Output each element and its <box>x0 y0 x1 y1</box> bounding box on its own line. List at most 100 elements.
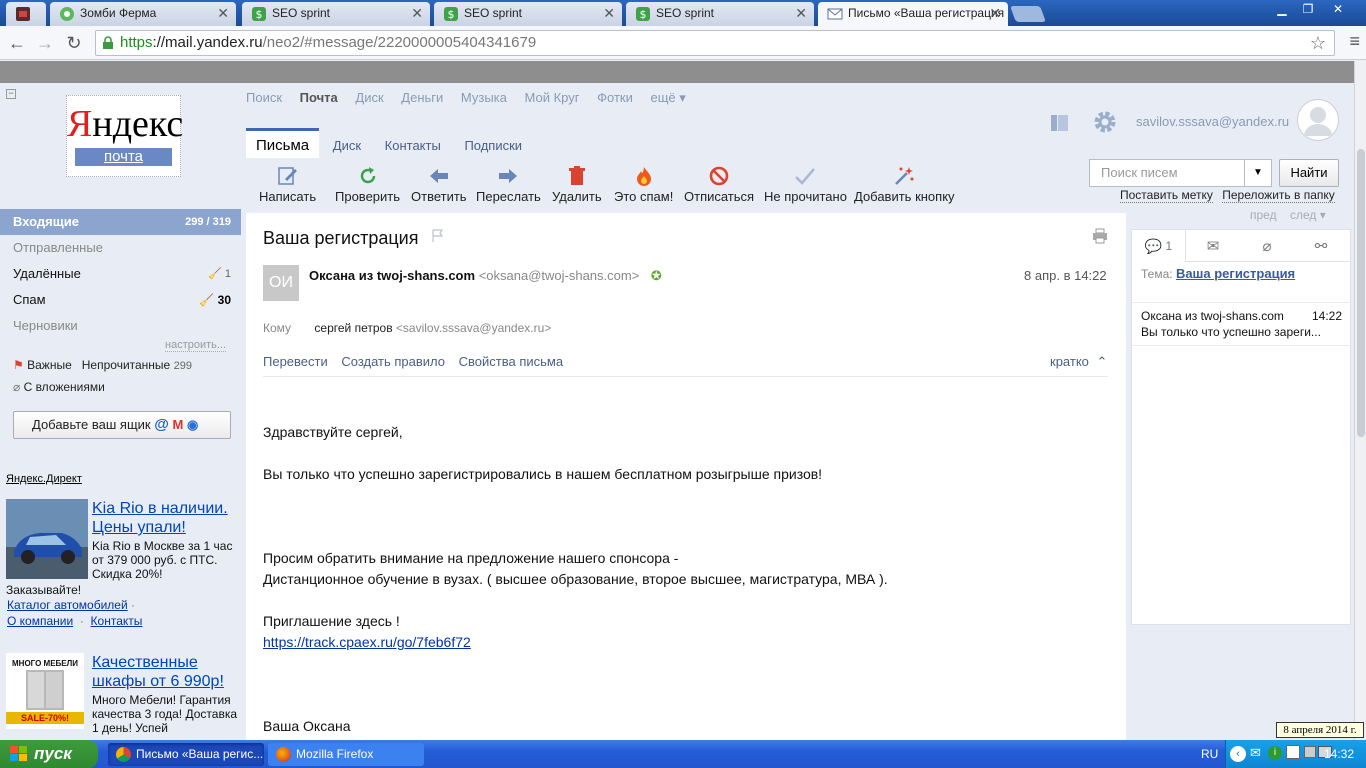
important-label[interactable]: Важные <box>27 358 72 372</box>
service-disk[interactable]: Диск <box>355 90 383 105</box>
next-link[interactable]: след <box>1290 208 1316 222</box>
flag-outline-icon[interactable] <box>432 229 444 243</box>
service-more[interactable]: ещё ▾ <box>650 90 685 105</box>
folder-spam[interactable]: Спам 🧹 30 <box>0 287 241 313</box>
ad-furniture[interactable]: МНОГО МЕБЕЛИ SALE-70%! Качественные шкаф… <box>6 653 237 740</box>
folder-drafts[interactable]: Черновики <box>0 313 241 339</box>
minimize-icon[interactable]: ▁ <box>1270 2 1294 18</box>
gear-icon[interactable] <box>1092 109 1118 135</box>
service-music[interactable]: Музыка <box>461 90 507 105</box>
tab-mail-message[interactable]: Письмо «Ваша регистрация ✕ <box>818 2 1008 26</box>
print-icon[interactable] <box>1092 228 1108 244</box>
close-icon[interactable]: ✕ <box>411 2 423 24</box>
search-options-dropdown[interactable]: ▼ <box>1244 159 1272 187</box>
ad-link-catalog[interactable]: Каталог автомобилей <box>7 598 128 612</box>
spam-button[interactable]: Это спам! <box>614 165 673 204</box>
thread-subject-value[interactable]: Ваша регистрация <box>1176 266 1295 281</box>
service-money[interactable]: Деньги <box>401 90 443 105</box>
restore-icon[interactable]: ❐ <box>1296 2 1320 18</box>
tab-subscriptions[interactable]: Подписки <box>464 128 522 153</box>
start-button[interactable]: пуск <box>0 740 98 768</box>
language-indicator[interactable]: RU <box>1201 740 1218 768</box>
folder-sent[interactable]: Отправленные <box>0 235 241 261</box>
find-button[interactable]: Найти <box>1279 159 1339 187</box>
tab-letters[interactable]: Письма <box>246 128 320 158</box>
bookmark-star-icon[interactable]: ☆ <box>1310 31 1326 55</box>
tray-arrow-icon[interactable]: ‹ <box>1230 746 1246 762</box>
service-search[interactable]: Поиск <box>246 90 282 105</box>
broom-icon[interactable]: 🧹 <box>208 268 222 280</box>
add-button-button[interactable]: Добавить кнопку <box>854 165 955 204</box>
close-icon[interactable]: ✕ <box>603 2 615 24</box>
ad-title[interactable]: Kia Rio в наличии. Цены упали! <box>92 499 242 537</box>
back-icon[interactable]: ← <box>5 31 29 55</box>
avatar[interactable] <box>1297 99 1339 141</box>
clock[interactable]: 14:32 <box>1324 740 1354 768</box>
address-bar[interactable]: https://mail.yandex.ru/neo2/#message/222… <box>95 30 1335 56</box>
tab-seo-sprint-3[interactable]: $ SEO sprint ✕ <box>626 2 814 26</box>
configure-link[interactable]: настроить... <box>165 339 227 352</box>
thread-item[interactable]: Оксана из twoj-shans.com 14:22 Вы только… <box>1132 302 1350 346</box>
forward-icon[interactable]: → <box>33 31 57 55</box>
set-label-link[interactable]: Поставить метку <box>1120 188 1213 203</box>
brief-toggle[interactable]: кратко ⌃ <box>1050 354 1107 370</box>
recipient-name[interactable]: сергей петров <box>314 321 392 335</box>
close-icon[interactable]: ✕ <box>795 2 807 24</box>
translate-link[interactable]: Перевести <box>263 354 328 369</box>
create-rule-link[interactable]: Создать правило <box>341 354 445 369</box>
thread-tab-links[interactable]: ⚯ <box>1294 230 1348 262</box>
thread-tab-mail[interactable]: ✉ <box>1186 230 1240 262</box>
ad-title[interactable]: Качественные шкафы от 6 990р! <box>92 653 242 691</box>
new-tab-button[interactable] <box>1010 6 1046 22</box>
mark-unread-button[interactable]: Не прочитано <box>764 165 847 204</box>
reply-button[interactable]: Ответить <box>411 165 467 204</box>
mail-tray-icon[interactable]: ✉ <box>1250 745 1261 761</box>
body-link[interactable]: https://track.cpaex.ru/go/7feb6f72 <box>263 632 888 653</box>
check-mail-button[interactable]: Проверить <box>335 165 400 204</box>
user-email[interactable]: savilov.sssava@yandex.ru <box>1136 114 1289 129</box>
tab-seo-sprint-1[interactable]: $ SEO sprint ✕ <box>242 2 430 26</box>
themes-icon[interactable] <box>1048 111 1072 135</box>
folder-deleted[interactable]: Удалённые 🧹 1 <box>0 261 241 287</box>
tab-disk[interactable]: Диск <box>333 128 361 153</box>
tab-contacts[interactable]: Контакты <box>385 128 441 153</box>
attachments-filter[interactable]: ⌀ С вложениями <box>13 380 105 394</box>
reload-icon[interactable]: ↻ <box>62 31 86 55</box>
tab-zombie-farm[interactable]: Зомби Ферма ✕ <box>50 2 236 26</box>
task-firefox[interactable]: Mozilla Firefox <box>268 743 424 766</box>
calendar-tray-icon[interactable] <box>1286 745 1300 759</box>
info-tray-icon[interactable]: i <box>1268 746 1282 760</box>
delete-button[interactable]: Удалить <box>552 165 602 204</box>
service-mail[interactable]: Почта <box>300 90 338 105</box>
ad-link-contacts[interactable]: Контакты <box>91 614 143 628</box>
broom-icon[interactable]: 🧹 <box>199 293 214 307</box>
folder-inbox[interactable]: Входящие 299 / 319 <box>0 209 241 235</box>
yandex-mail-logo[interactable]: Яндекс почта <box>66 95 183 177</box>
add-mailbox-button[interactable]: Добавьте ваш ящик @ M ◉ <box>13 411 231 439</box>
compose-button[interactable]: Написать <box>259 165 316 204</box>
tab-pinned[interactable] <box>6 2 46 26</box>
prev-link[interactable]: пред <box>1250 208 1277 222</box>
collapse-icon[interactable]: − <box>6 89 16 99</box>
yandex-direct-link[interactable]: Яндекс.Директ <box>6 473 82 485</box>
ad-link-about[interactable]: О компании <box>7 614 73 628</box>
display-tray-icon[interactable] <box>1304 746 1316 758</box>
unread-label[interactable]: Непрочитанные <box>82 358 170 372</box>
search-input[interactable]: Поиск писем <box>1089 159 1245 187</box>
forward-button[interactable]: Переслать <box>476 165 541 204</box>
close-icon[interactable]: ✕ <box>989 2 1001 24</box>
tab-seo-sprint-2[interactable]: $ SEO sprint ✕ <box>434 2 622 26</box>
window-close-icon[interactable]: ✕ <box>1326 2 1350 18</box>
message-properties-link[interactable]: Свойства письма <box>459 354 563 369</box>
task-chrome[interactable]: Письмо «Ваша регис... <box>108 743 264 766</box>
service-moikrug[interactable]: Мой Круг <box>525 90 580 105</box>
thread-tab-attachments[interactable]: ⌀ <box>1240 230 1294 262</box>
sender-name[interactable]: Оксана из twoj-shans.com <box>309 268 475 283</box>
thread-tab-conversation[interactable]: 💬 1 <box>1132 230 1186 262</box>
browser-menu-icon[interactable]: ≡ <box>1349 31 1360 52</box>
ad-kia[interactable]: Kia Rio в наличии. Цены упали! Kia Rio в… <box>6 499 236 629</box>
unsubscribe-button[interactable]: Отписаться <box>684 165 754 204</box>
close-icon[interactable]: ✕ <box>217 2 229 24</box>
page-scrollbar[interactable] <box>1354 61 1366 740</box>
move-to-folder-link[interactable]: Переложить в папку <box>1222 188 1335 203</box>
